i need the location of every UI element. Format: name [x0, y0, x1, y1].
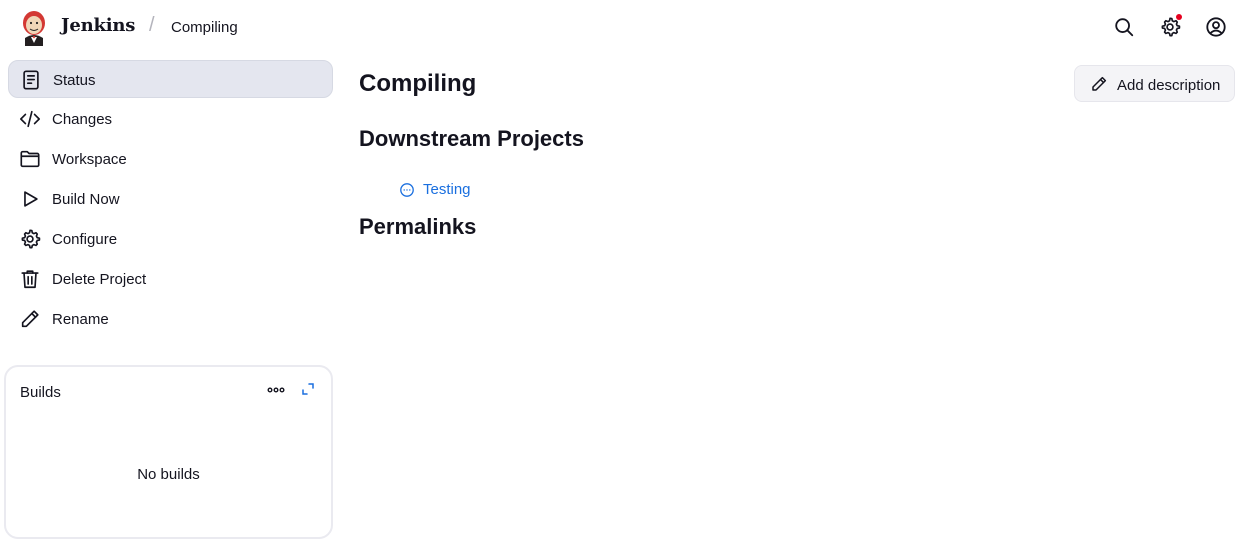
search-icon[interactable]	[1113, 16, 1135, 38]
jenkins-logo[interactable]	[20, 10, 48, 46]
sidebar-item-configure[interactable]: Configure	[8, 220, 333, 258]
sidebar-item-rename[interactable]: Rename	[8, 300, 333, 338]
no-builds-message: No builds	[137, 466, 200, 483]
jenkins-brand[interactable]: Jenkins	[61, 15, 135, 36]
pencil-icon	[19, 308, 41, 330]
sidebar-item-delete-project[interactable]: Delete Project	[8, 260, 333, 298]
notification-dot	[1176, 14, 1182, 20]
expand-icon[interactable]	[300, 381, 316, 397]
sidebar-item-changes[interactable]: Changes	[8, 100, 333, 138]
not-built-status-icon	[399, 182, 415, 198]
builds-widget: Builds No builds	[4, 365, 333, 539]
manage-jenkins-gear-icon[interactable]	[1159, 14, 1182, 38]
code-icon	[19, 108, 41, 130]
sidebar-item-build-now[interactable]: Build Now	[8, 180, 333, 218]
breadcrumb-compiling[interactable]: Compiling	[171, 19, 238, 36]
sidebar-item-label: Delete Project	[52, 271, 147, 288]
downstream-project-link[interactable]: Testing	[423, 181, 471, 198]
sidebar-item-label: Rename	[52, 311, 109, 328]
pencil-icon	[1090, 75, 1108, 93]
add-description-label: Add description	[1117, 77, 1221, 94]
permalinks-heading: Permalinks	[359, 214, 477, 239]
sidebar-item-workspace[interactable]: Workspace	[8, 140, 333, 178]
trash-icon	[19, 268, 41, 290]
document-icon	[20, 69, 42, 91]
sidebar-item-label: Status	[53, 72, 96, 89]
play-icon	[19, 188, 41, 210]
builds-title: Builds	[20, 384, 61, 401]
sidebar-item-status[interactable]: Status	[8, 60, 333, 98]
breadcrumb-separator: /	[149, 14, 155, 36]
page-title: Compiling	[359, 70, 477, 97]
sidebar-item-label: Workspace	[52, 151, 127, 168]
sidebar-item-label: Changes	[52, 111, 113, 128]
user-icon[interactable]	[1205, 16, 1227, 38]
top-bar: Jenkins / Compiling	[0, 0, 1250, 56]
add-description-button[interactable]: Add description	[1074, 65, 1235, 102]
folder-icon	[19, 148, 41, 170]
more-options-icon[interactable]	[266, 383, 286, 397]
gear-icon	[19, 228, 41, 250]
sidebar-item-label: Build Now	[52, 191, 120, 208]
downstream-projects-heading: Downstream Projects	[359, 126, 584, 151]
sidebar-item-label: Configure	[52, 231, 118, 248]
